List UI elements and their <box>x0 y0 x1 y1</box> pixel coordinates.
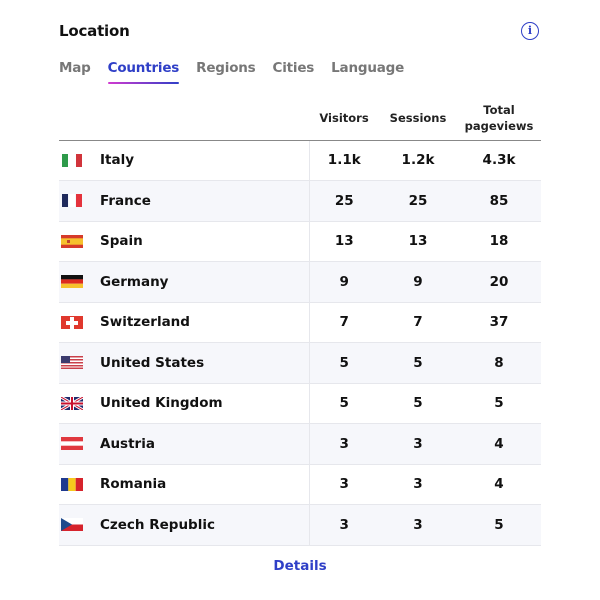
column-header-country <box>59 96 309 141</box>
card-title: Location <box>59 22 130 40</box>
table-row[interactable]: Romania 3 3 4 <box>59 464 541 505</box>
sessions-cell: 5 <box>379 383 457 424</box>
countries-table: Visitors Sessions Total pageviews Italy 1.… <box>59 96 541 546</box>
country-name: United States <box>100 354 205 371</box>
tab-regions[interactable]: Regions <box>196 60 256 84</box>
flag-czech-republic-icon <box>61 518 83 532</box>
sessions-cell: 3 <box>379 423 457 465</box>
visitors-cell: 3 <box>309 423 379 465</box>
country-cell: Switzerland <box>59 302 310 343</box>
sessions-cell: 3 <box>379 464 457 505</box>
flag-united-states-icon <box>61 356 83 370</box>
info-circle-icon[interactable]: i <box>521 22 539 40</box>
pageviews-cell: 20 <box>457 261 541 303</box>
visitors-cell: 9 <box>309 261 379 303</box>
flag-romania-icon <box>61 477 83 491</box>
sessions-cell: 3 <box>379 504 457 546</box>
country-cell: United States <box>59 342 310 384</box>
flag-united-kingdom-icon <box>61 396 83 410</box>
table-row[interactable]: Italy 1.1k 1.2k 4.3k <box>59 140 541 181</box>
pageviews-cell: 8 <box>457 342 541 384</box>
pageviews-cell: 4 <box>457 423 541 465</box>
visitors-cell: 3 <box>309 464 379 505</box>
table-row[interactable]: Austria 3 3 4 <box>59 423 541 465</box>
location-card: Location i Map Countries Regions Cities … <box>59 0 541 600</box>
flag-france-icon <box>61 194 83 208</box>
column-header-visitors[interactable]: Visitors <box>309 96 379 141</box>
sessions-cell: 13 <box>379 221 457 262</box>
visitors-cell: 5 <box>309 342 379 384</box>
country-cell: Romania <box>59 464 310 505</box>
sessions-cell: 7 <box>379 302 457 343</box>
visitors-cell: 25 <box>309 180 379 222</box>
flag-switzerland-icon <box>61 315 83 329</box>
pageviews-cell: 85 <box>457 180 541 222</box>
table-row[interactable]: Germany 9 9 20 <box>59 261 541 303</box>
details-link[interactable]: Details <box>59 558 541 574</box>
pageviews-cell: 4.3k <box>457 140 541 181</box>
table-row[interactable]: United States 5 5 8 <box>59 342 541 384</box>
column-header-sessions[interactable]: Sessions <box>379 96 457 141</box>
country-name: Italy <box>100 152 135 169</box>
country-cell: Czech Republic <box>59 504 310 546</box>
pageviews-cell: 37 <box>457 302 541 343</box>
country-name: Spain <box>100 233 143 250</box>
flag-italy-icon <box>61 153 83 167</box>
visitors-cell: 7 <box>309 302 379 343</box>
table-row[interactable]: Spain 13 13 18 <box>59 221 541 262</box>
flag-spain-icon <box>61 234 83 248</box>
pageviews-cell: 5 <box>457 504 541 546</box>
country-cell: Spain <box>59 221 310 262</box>
card-header: Location i <box>59 22 541 46</box>
sessions-cell: 5 <box>379 342 457 384</box>
country-name: United Kingdom <box>100 395 223 412</box>
country-cell: France <box>59 180 310 222</box>
flag-austria-icon <box>61 437 83 451</box>
column-header-pageviews[interactable]: Total pageviews <box>457 96 541 141</box>
sessions-cell: 9 <box>379 261 457 303</box>
tab-map[interactable]: Map <box>59 60 91 84</box>
tab-countries[interactable]: Countries <box>107 60 179 84</box>
pageviews-cell: 18 <box>457 221 541 262</box>
pageviews-cell: 4 <box>457 464 541 505</box>
location-tabs: Map Countries Regions Cities Language <box>59 60 404 84</box>
country-name: Austria <box>100 435 155 452</box>
table-row[interactable]: United Kingdom 5 5 5 <box>59 383 541 424</box>
country-cell: Italy <box>59 140 310 181</box>
flag-germany-icon <box>61 275 83 289</box>
country-name: France <box>100 192 151 209</box>
country-cell: Germany <box>59 261 310 303</box>
table-row[interactable]: France 25 25 85 <box>59 180 541 222</box>
table-row[interactable]: Czech Republic 3 3 5 <box>59 504 541 546</box>
sessions-cell: 1.2k <box>379 140 457 181</box>
table-row[interactable]: Switzerland 7 7 37 <box>59 302 541 343</box>
visitors-cell: 5 <box>309 383 379 424</box>
visitors-cell: 3 <box>309 504 379 546</box>
tab-cities[interactable]: Cities <box>273 60 315 84</box>
visitors-cell: 13 <box>309 221 379 262</box>
table-header-row: Visitors Sessions Total pageviews <box>59 96 541 141</box>
country-name: Switzerland <box>100 314 190 331</box>
sessions-cell: 25 <box>379 180 457 222</box>
country-name: Czech Republic <box>100 516 215 533</box>
country-cell: United Kingdom <box>59 383 310 424</box>
country-name: Romania <box>100 476 167 493</box>
tab-language[interactable]: Language <box>331 60 404 84</box>
visitors-cell: 1.1k <box>309 140 379 181</box>
country-cell: Austria <box>59 423 310 465</box>
pageviews-cell: 5 <box>457 383 541 424</box>
country-name: Germany <box>100 273 169 290</box>
